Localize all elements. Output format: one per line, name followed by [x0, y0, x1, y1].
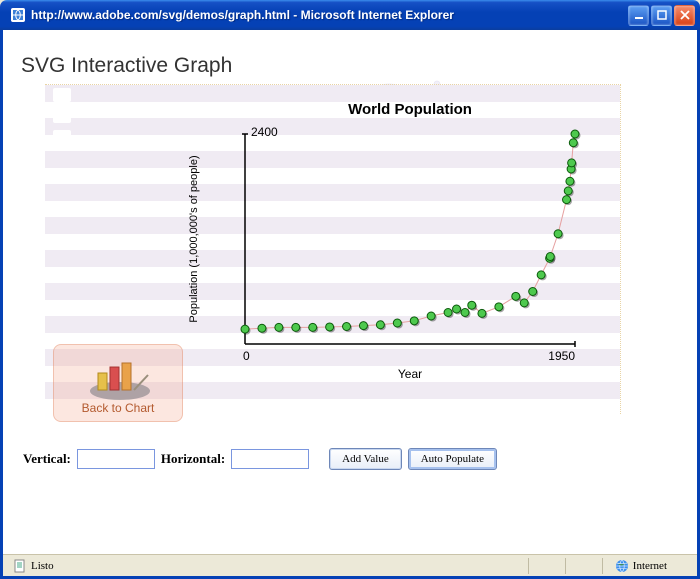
maximize-button[interactable]	[651, 5, 672, 26]
horizontal-label: Horizontal:	[161, 451, 225, 467]
document-icon	[13, 559, 27, 573]
status-left: Listo	[31, 560, 54, 572]
svg-text:0: 0	[243, 349, 250, 363]
close-button[interactable]	[674, 5, 695, 26]
status-right: Internet	[633, 560, 667, 572]
bar-chart-icon	[84, 353, 152, 401]
vertical-input[interactable]	[77, 449, 155, 469]
titlebar: http://www.adobe.com/svg/demos/graph.htm…	[0, 0, 700, 30]
back-to-chart-label: Back to Chart	[82, 401, 155, 415]
svg-text:1950: 1950	[548, 349, 575, 363]
ie-app-icon	[10, 7, 26, 23]
svg-text:2400: 2400	[251, 125, 278, 139]
svg-text:Population (1,000,000's of peo: Population (1,000,000's of people)	[188, 155, 200, 322]
back-to-chart-button[interactable]: Back to Chart	[53, 344, 183, 422]
window-title: http://www.adobe.com/svg/demos/graph.htm…	[31, 8, 628, 22]
svg-text:Year: Year	[398, 367, 422, 381]
horizontal-input[interactable]	[231, 449, 309, 469]
page-title: SVG Interactive Graph	[21, 54, 679, 78]
chart: World Population 2400 0 1950 Year Population …	[175, 92, 595, 392]
auto-populate-button[interactable]: Auto Populate	[408, 448, 497, 470]
add-value-button[interactable]: Add Value	[329, 448, 402, 470]
minimize-button[interactable]	[628, 5, 649, 26]
chart-panel: World Population 2400 0 1950 Year Population …	[45, 84, 621, 414]
legend-placeholder	[53, 88, 71, 144]
statusbar: Listo Internet	[3, 554, 697, 576]
controls-row: Vertical: Horizontal: Add Value Auto Pop…	[21, 448, 679, 470]
svg-text:World Population: World Population	[348, 101, 472, 118]
vertical-label: Vertical:	[23, 451, 71, 467]
internet-zone-icon	[615, 559, 629, 573]
